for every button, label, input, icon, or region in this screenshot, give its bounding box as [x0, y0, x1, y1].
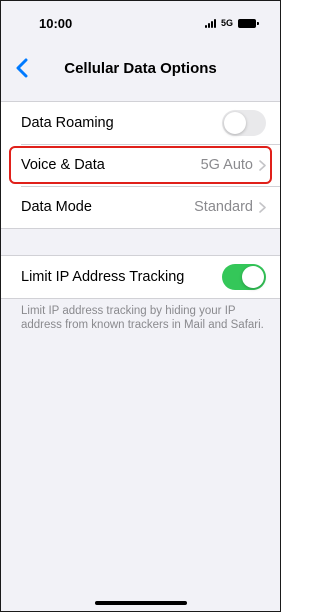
chevron-right-icon [259, 159, 266, 171]
voice-data-label: Voice & Data [21, 157, 105, 173]
chevron-right-icon [259, 201, 266, 213]
privacy-footer-text: Limit IP address tracking by hiding your… [21, 305, 264, 331]
toggle-knob [224, 112, 246, 134]
phone-screen: 10:00 5G Cellular Data Options Data Roam… [0, 0, 281, 612]
back-button[interactable] [9, 55, 35, 81]
cellular-options-group: Data Roaming Voice & Data 5G Auto Data M… [1, 101, 280, 229]
data-roaming-row: Data Roaming [1, 102, 280, 144]
page-title: Cellular Data Options [64, 59, 217, 77]
data-mode-row[interactable]: Data Mode Standard [1, 186, 280, 228]
toggle-knob [242, 266, 264, 288]
signal-icon [204, 18, 216, 28]
limit-ip-tracking-label: Limit IP Address Tracking [21, 269, 185, 285]
limit-ip-tracking-toggle[interactable] [222, 264, 266, 290]
status-time: 10:00 [39, 15, 73, 31]
data-mode-label: Data Mode [21, 199, 92, 215]
voice-data-row[interactable]: Voice & Data 5G Auto [1, 144, 280, 186]
battery-icon [238, 18, 259, 28]
chevron-left-icon [16, 58, 28, 78]
data-roaming-label: Data Roaming [21, 115, 114, 131]
data-mode-value: Standard [194, 199, 253, 215]
nav-bar: Cellular Data Options [1, 45, 280, 91]
data-roaming-toggle[interactable] [222, 110, 266, 136]
status-indicators: 5G [204, 18, 259, 28]
limit-ip-tracking-row: Limit IP Address Tracking [1, 256, 280, 298]
voice-data-value: 5G Auto [200, 157, 253, 173]
privacy-group: Limit IP Address Tracking [1, 255, 280, 299]
status-bar: 10:00 5G [1, 1, 280, 45]
network-label: 5G [220, 18, 233, 28]
home-indicator[interactable] [94, 601, 187, 605]
